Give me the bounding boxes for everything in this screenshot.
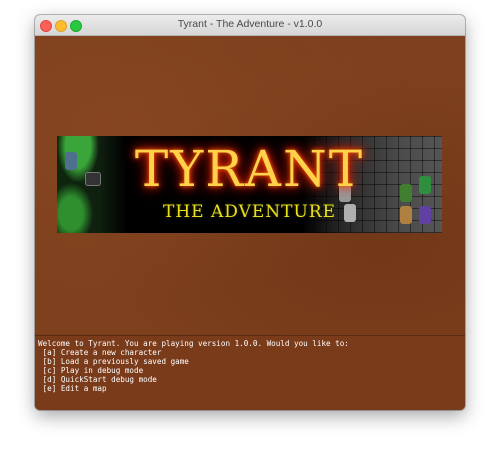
app-window: Tyrant - The Adventure - v1.0.0 TYRANT T… — [35, 15, 465, 410]
menu-option-edit-map[interactable]: [e] Edit a map — [38, 384, 349, 393]
logo-title: TYRANT — [134, 140, 365, 198]
message-console: Welcome to Tyrant. You are playing versi… — [35, 335, 465, 410]
menu-option-load-game[interactable]: [b] Load a previously saved game — [38, 357, 349, 366]
console-prompt: Welcome to Tyrant. You are playing versi… — [38, 339, 349, 348]
menu-option-quickstart-debug[interactable]: [d] QuickStart debug mode — [38, 375, 349, 384]
title-banner: TYRANT THE ADVENTURE — [57, 136, 442, 233]
menu-option-new-character[interactable]: [a] Create a new character — [38, 348, 349, 357]
title-bar[interactable]: Tyrant - The Adventure - v1.0.0 — [35, 15, 465, 36]
window-title: Tyrant - The Adventure - v1.0.0 — [177, 18, 323, 30]
game-canvas[interactable]: TYRANT THE ADVENTURE — [35, 36, 465, 334]
menu-option-debug-mode[interactable]: [c] Play in debug mode — [38, 366, 349, 375]
logo-subtitle: THE ADVENTURE — [162, 202, 337, 222]
